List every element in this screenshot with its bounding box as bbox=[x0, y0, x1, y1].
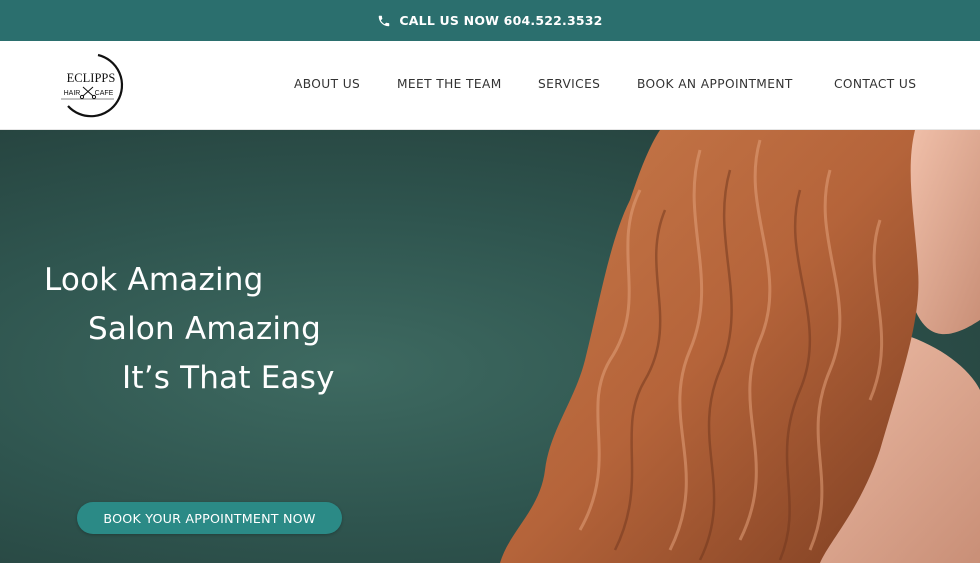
phone-icon bbox=[379, 15, 390, 26]
nav-about-us[interactable]: ABOUT US bbox=[294, 77, 360, 91]
book-appointment-button[interactable]: BOOK YOUR APPOINTMENT NOW bbox=[77, 502, 342, 534]
nav-meet-the-team[interactable]: MEET THE TEAM bbox=[397, 77, 502, 91]
hero-banner: Look Amazing Salon Amazing It’s That Eas… bbox=[0, 130, 980, 563]
hero-headline-line1: Look Amazing bbox=[44, 262, 264, 298]
nav-contact-us[interactable]: CONTACT US bbox=[834, 77, 916, 91]
nav-book-an-appointment[interactable]: BOOK AN APPOINTMENT bbox=[637, 77, 793, 91]
call-us-link[interactable]: CALL US NOW 604.522.3532 bbox=[399, 13, 602, 28]
hero-headline-line3: It’s That Easy bbox=[122, 360, 335, 396]
top-contact-bar: CALL US NOW 604.522.3532 bbox=[0, 0, 980, 41]
nav-services[interactable]: SERVICES bbox=[538, 77, 600, 91]
hero-headline-line2: Salon Amazing bbox=[88, 311, 321, 347]
main-navigation: ECLIPPS HAIR CAFE ABOUT US MEET THE TEAM… bbox=[0, 41, 980, 130]
nav-menu: ABOUT US MEET THE TEAM SERVICES BOOK AN … bbox=[0, 77, 980, 93]
